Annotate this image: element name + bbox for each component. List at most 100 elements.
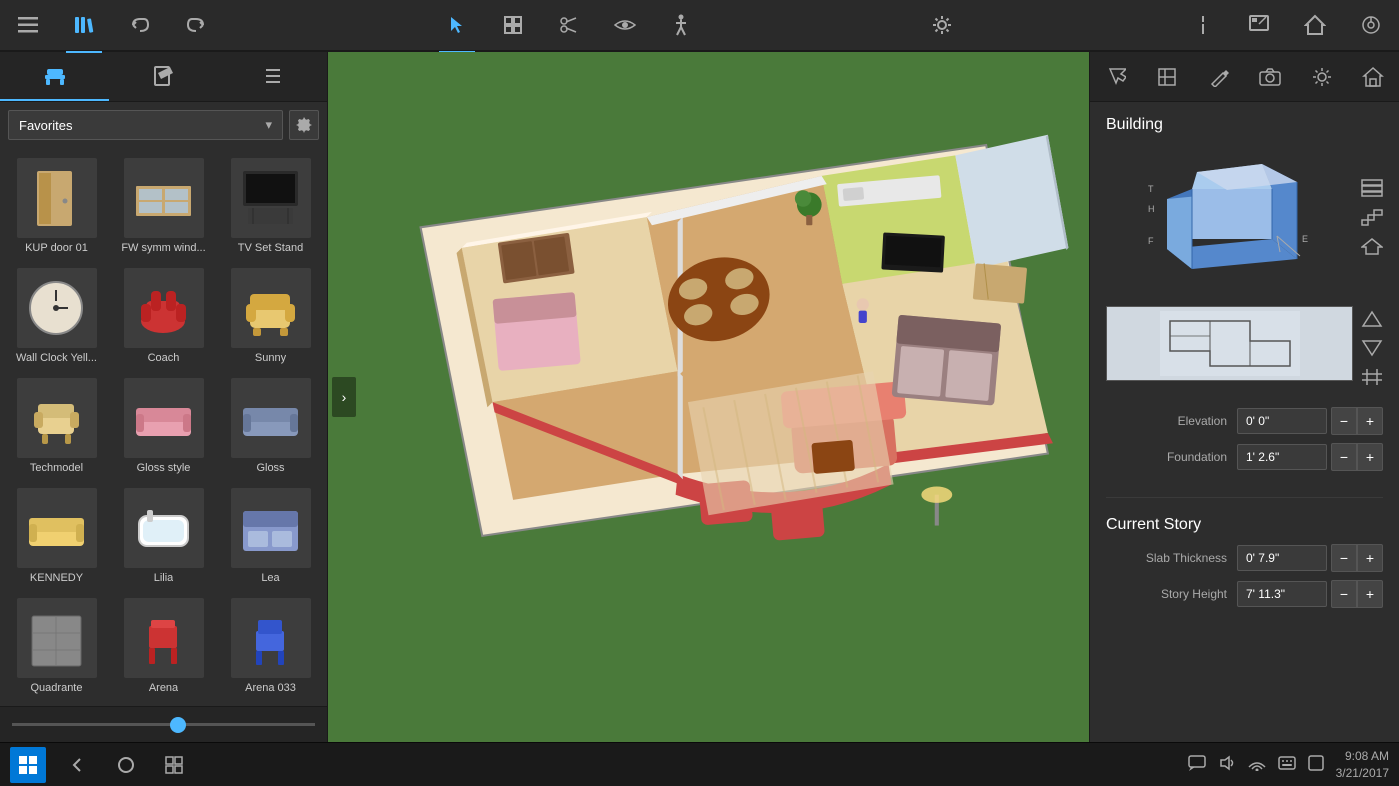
list-item[interactable]: Lilia: [111, 482, 216, 590]
favorites-label: Favorites: [19, 118, 72, 133]
list-item[interactable]: Gloss style: [111, 372, 216, 480]
list-item[interactable]: FW symm wind...: [111, 152, 216, 260]
pencil-right-icon[interactable]: [1201, 59, 1237, 95]
walk-icon[interactable]: [663, 7, 699, 43]
story-increase-button[interactable]: +: [1357, 580, 1383, 608]
svg-text:E: E: [1302, 234, 1308, 244]
current-story-section: Current Story Slab Thickness − + Story H…: [1090, 502, 1399, 630]
list-item[interactable]: Gloss: [218, 372, 323, 480]
slab-decrease-button[interactable]: −: [1331, 544, 1357, 572]
windows-switch-button[interactable]: [158, 749, 190, 781]
zoom-up-icon[interactable]: [1361, 310, 1383, 333]
list-item[interactable]: Techmodel: [4, 372, 109, 480]
export-icon[interactable]: [1241, 7, 1277, 43]
chevron-down-icon: ▾: [265, 117, 272, 133]
home-top-icon[interactable]: [1297, 7, 1333, 43]
floors-icon[interactable]: [1361, 179, 1383, 202]
select-tool-icon[interactable]: [439, 7, 475, 43]
building-section: Building T H F E: [1090, 102, 1399, 493]
info-icon[interactable]: [1185, 7, 1221, 43]
floorplan-canvas: ›: [328, 52, 1089, 742]
wall-right-icon[interactable]: [1149, 59, 1185, 95]
favorites-dropdown[interactable]: Favorites ▾: [8, 110, 283, 140]
list-item[interactable]: Arena 033: [218, 592, 323, 700]
sun-right-icon[interactable]: [1304, 59, 1340, 95]
zoom-slider[interactable]: [12, 723, 315, 726]
foundation-decrease-button[interactable]: −: [1331, 443, 1357, 471]
elevation-btn-group: − +: [1331, 407, 1383, 435]
svg-text:F: F: [1148, 236, 1154, 246]
item-thumbnail: [231, 598, 311, 678]
slab-thickness-row: Slab Thickness − +: [1106, 544, 1383, 572]
canvas-area[interactable]: ›: [328, 52, 1089, 742]
windows-start-button[interactable]: [10, 747, 46, 783]
stairs-icon[interactable]: [1361, 208, 1383, 231]
list-item[interactable]: Lea: [218, 482, 323, 590]
right-panel-tabs: [1090, 52, 1399, 102]
item-label: TV Set Stand: [238, 242, 303, 254]
grid-right-icon[interactable]: [1361, 368, 1383, 391]
roof-icon[interactable]: [1361, 237, 1383, 260]
share-icon[interactable]: [1353, 7, 1389, 43]
camera-right-icon[interactable]: [1252, 59, 1288, 95]
story-height-btn-group: − +: [1331, 580, 1383, 608]
home-right-icon[interactable]: [1355, 59, 1391, 95]
building-3d-svg: T H F E: [1142, 154, 1317, 284]
sun-icon[interactable]: [924, 7, 960, 43]
group-tool-icon[interactable]: [495, 7, 531, 43]
foundation-input[interactable]: [1237, 444, 1327, 470]
top-toolbar: [0, 0, 1399, 52]
building-title: Building: [1106, 116, 1383, 134]
list-item[interactable]: KUP door 01: [4, 152, 109, 260]
list-item[interactable]: Quadrante: [4, 592, 109, 700]
furniture-tab[interactable]: [0, 52, 109, 101]
elevation-label: Elevation: [1106, 414, 1237, 428]
back-button[interactable]: [62, 749, 94, 781]
list-item[interactable]: Arena: [111, 592, 216, 700]
item-label: Arena 033: [245, 682, 296, 694]
settings-gear-icon[interactable]: [289, 110, 319, 140]
menu-icon[interactable]: [10, 7, 46, 43]
list-item[interactable]: Sunny: [218, 262, 323, 370]
undo-icon[interactable]: [122, 7, 158, 43]
list-tab[interactable]: [218, 52, 327, 101]
elevation-increase-button[interactable]: +: [1357, 407, 1383, 435]
eye-icon[interactable]: [607, 7, 643, 43]
item-thumbnail: [231, 378, 311, 458]
elevation-input[interactable]: [1237, 408, 1327, 434]
items-grid: KUP door 01 FW symm wind... TV Set Stand: [0, 148, 327, 706]
left-panel: Favorites ▾ KUP door 01 FW symm win: [0, 52, 328, 742]
canvas-expand-arrow[interactable]: ›: [332, 377, 356, 417]
redo-icon[interactable]: [178, 7, 214, 43]
chat-icon[interactable]: [1188, 755, 1206, 774]
slab-thickness-input[interactable]: [1237, 545, 1327, 571]
current-story-title: Current Story: [1106, 516, 1383, 534]
zoom-slider-bar: [0, 706, 327, 742]
item-thumbnail: [17, 488, 97, 568]
list-item[interactable]: Coach: [111, 262, 216, 370]
elevation-decrease-button[interactable]: −: [1331, 407, 1357, 435]
keyboard-icon[interactable]: [1278, 756, 1296, 773]
building-3d-preview: T H F E: [1106, 154, 1353, 284]
network-icon[interactable]: [1248, 755, 1266, 774]
item-label: Arena: [149, 682, 178, 694]
item-thumbnail: [17, 158, 97, 238]
list-item[interactable]: TV Set Stand: [218, 152, 323, 260]
item-thumbnail: [124, 488, 204, 568]
volume-icon[interactable]: [1218, 755, 1236, 774]
item-label: Techmodel: [30, 462, 83, 474]
story-decrease-button[interactable]: −: [1331, 580, 1357, 608]
home-taskbar-button[interactable]: [110, 749, 142, 781]
list-item[interactable]: Wall Clock Yell...: [4, 262, 109, 370]
list-item[interactable]: KENNEDY: [4, 482, 109, 590]
scissors-icon[interactable]: [551, 7, 587, 43]
select-right-icon[interactable]: [1098, 59, 1134, 95]
slab-increase-button[interactable]: +: [1357, 544, 1383, 572]
edit-tab[interactable]: [109, 52, 218, 101]
floorplan-thumb-svg: [1160, 311, 1300, 376]
zoom-down-icon[interactable]: [1361, 339, 1383, 362]
story-height-input[interactable]: [1237, 581, 1327, 607]
notification-icon[interactable]: [1308, 755, 1324, 774]
library-icon[interactable]: [66, 7, 102, 43]
foundation-increase-button[interactable]: +: [1357, 443, 1383, 471]
